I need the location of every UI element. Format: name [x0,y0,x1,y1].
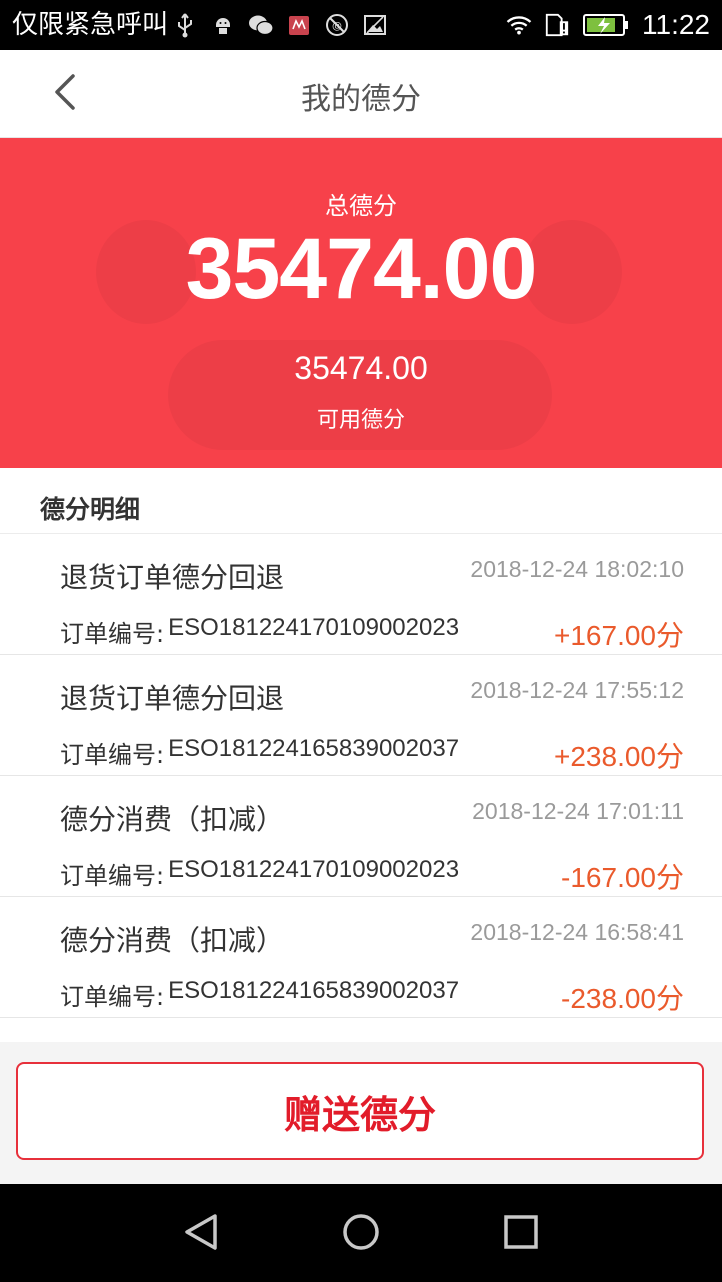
system-home-button[interactable] [333,1206,389,1262]
record-amount: +167.00分 [554,620,684,651]
record-title: 德分消费（扣减） [60,924,285,957]
section-title: 德分明细 [40,495,141,524]
list-item[interactable]: 退货订单德分回退 2018-12-24 17:55:12 订单编号: ESO18… [0,655,722,776]
order-number: ESO181224170109002023 [168,614,460,641]
home-circle-icon [341,1212,381,1256]
image-icon [362,12,388,38]
android-icon [210,12,236,38]
order-number-label: 订单编号: [60,620,165,648]
system-navigation-bar [0,1184,722,1282]
bottom-action-bar: 赠送德分 [0,1042,722,1184]
back-triangle-icon [182,1212,220,1256]
record-order: 订单编号: ESO181224165839002037 [60,977,459,1012]
record-title: 退货订单德分回退 [60,561,285,594]
page-title: 我的德分 [301,82,421,117]
wifi-icon [506,12,532,38]
order-number-label: 订单编号: [60,741,165,769]
record-order: 订单编号: ESO181224170109002023 [60,856,459,891]
list-item[interactable]: 德分消费（扣减） 2018-12-24 17:01:11 订单编号: ESO18… [0,776,722,897]
record-time: 2018-12-24 16:58:41 [470,919,684,945]
order-number: ESO181224165839002037 [168,735,460,762]
top-navigation-bar: 我的德分 [0,50,722,138]
order-number: ESO181224170109002023 [168,856,460,883]
system-back-button[interactable] [173,1206,229,1262]
record-amount: +238.00分 [554,741,684,772]
points-summary-card: 总德分 35474.00 35474.00 可用德分 [0,138,722,468]
record-time: 2018-12-24 17:55:12 [470,677,684,703]
record-title: 德分消费（扣减） [60,803,285,836]
record-time: 2018-12-24 17:01:11 [472,798,684,824]
available-points-label: 可用德分 [316,408,405,433]
order-number-label: 订单编号: [60,862,165,890]
record-time: 2018-12-24 18:02:10 [470,556,684,582]
sim-warning-icon [544,12,570,38]
recents-square-icon [503,1214,539,1254]
battery-charging-icon [582,12,630,38]
points-detail-header: 德分明细 [0,468,722,534]
total-points-value: 35474.00 [185,221,538,317]
no-sim-icon: @ [324,12,350,38]
total-points-label: 总德分 [325,192,397,220]
carrier-text: 仅限紧急呼叫 [12,10,169,40]
order-number-label: 订单编号: [60,983,165,1011]
record-amount: -167.00分 [561,862,684,893]
system-recents-button[interactable] [493,1206,549,1262]
list-item[interactable]: 退货订单德分回退 2018-12-24 18:02:10 订单编号: ESO18… [0,534,722,655]
app-icon [286,12,312,38]
available-points-value: 35474.00 [294,350,428,386]
list-item[interactable]: 德分消费（扣减） 2018-12-24 16:58:41 订单编号: ESO18… [0,897,722,1018]
order-number: ESO181224165839002037 [168,977,460,1004]
record-amount: -238.00分 [561,983,684,1014]
record-title: 退货订单德分回退 [60,682,285,715]
wechat-icon [248,12,274,38]
points-record-list: 退货订单德分回退 2018-12-24 18:02:10 订单编号: ESO18… [0,534,722,1018]
clock: 11:22 [642,9,710,40]
usb-icon [172,12,198,38]
status-bar: 仅限紧急呼叫 @ 11:22 [0,0,722,50]
record-order: 订单编号: ESO181224170109002023 [60,614,459,649]
notification-icons: @ [172,10,388,40]
svg-text:@: @ [332,21,342,32]
record-order: 订单编号: ESO181224165839002037 [60,735,459,770]
gift-points-button[interactable]: 赠送德分 [16,1062,704,1160]
